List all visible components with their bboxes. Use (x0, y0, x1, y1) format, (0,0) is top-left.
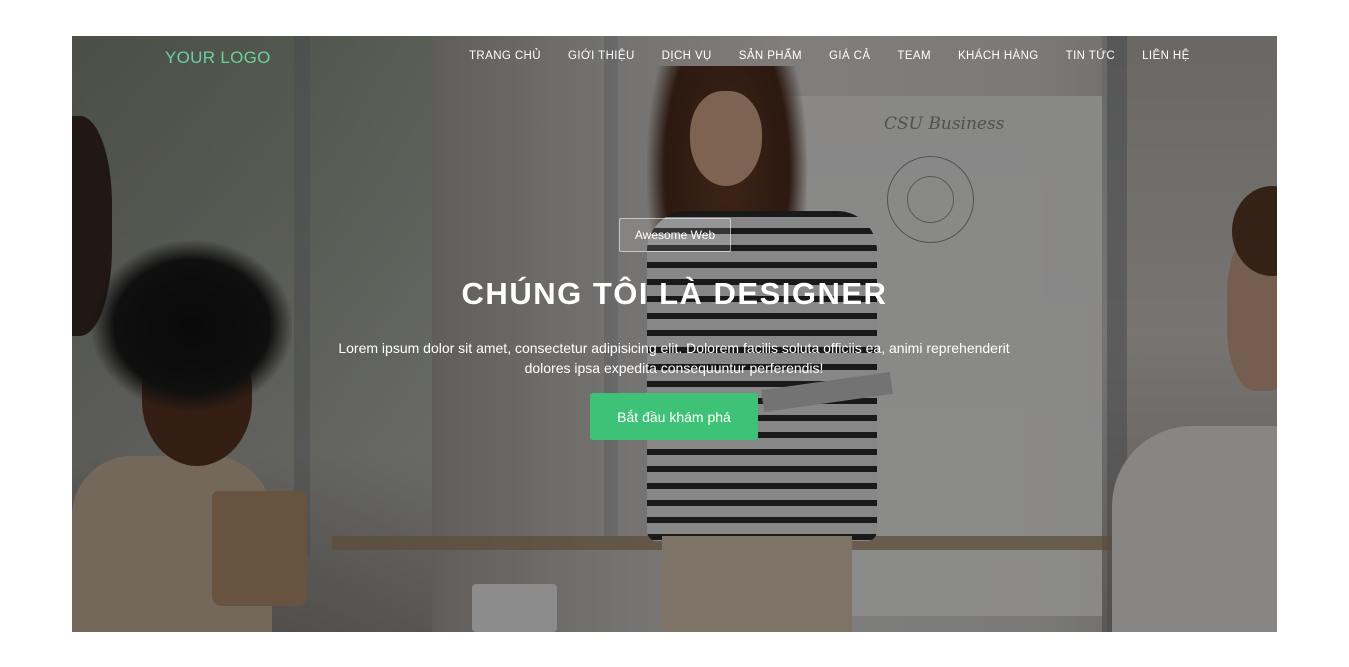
nav-item-services[interactable]: DỊCH VỤ (662, 50, 712, 62)
nav-item-clients[interactable]: KHÁCH HÀNG (958, 50, 1039, 62)
hero-section: CSU Business YOUR LOGO TRANG CHỦ GIỚI TH… (72, 36, 1277, 632)
hero-title: CHÚNG TÔI LÀ DESIGNER (461, 276, 888, 311)
explore-button[interactable]: Bắt đầu khám phá (590, 393, 758, 440)
nav-item-products[interactable]: SẢN PHẨM (739, 50, 802, 62)
hero-badge: Awesome Web (619, 218, 731, 252)
nav-item-home[interactable]: TRANG CHỦ (469, 50, 541, 62)
nav-item-team[interactable]: TEAM (897, 50, 931, 62)
nav-item-news[interactable]: TIN TỨC (1066, 50, 1115, 62)
nav-item-about[interactable]: GIỚI THIỆU (568, 50, 635, 62)
nav-item-pricing[interactable]: GIÁ CẢ (829, 50, 870, 62)
dark-overlay (72, 36, 1277, 632)
main-nav: TRANG CHỦ GIỚI THIỆU DỊCH VỤ SẢN PHẨM GI… (469, 50, 1190, 62)
hero-description: Lorem ipsum dolor sit amet, consectetur … (338, 340, 1010, 376)
nav-item-contact[interactable]: LIÊN HỆ (1142, 50, 1190, 62)
site-logo[interactable]: YOUR LOGO (165, 48, 271, 68)
